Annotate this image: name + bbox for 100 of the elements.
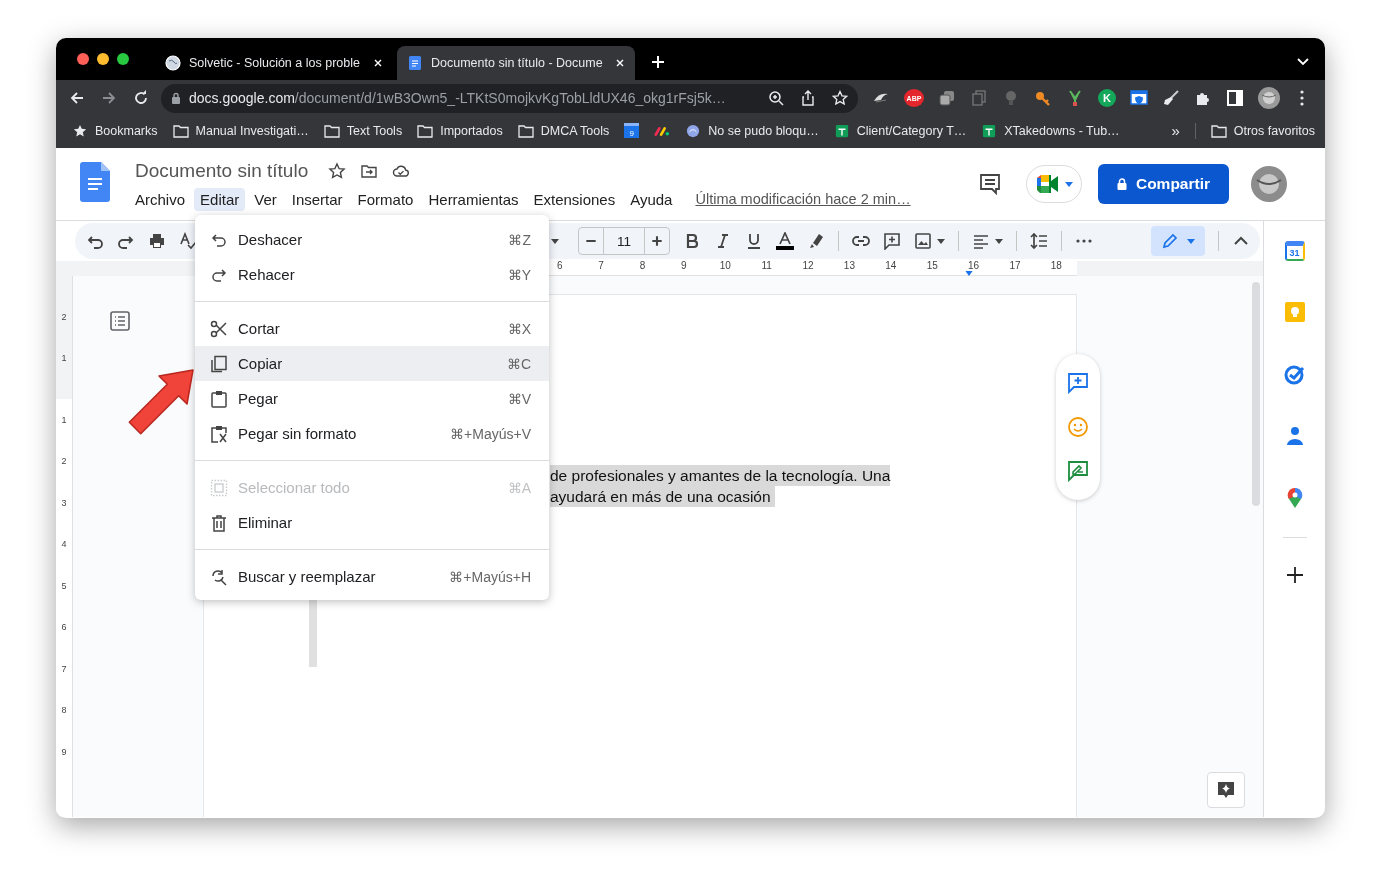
image-icon[interactable] xyxy=(914,232,932,250)
menu-item[interactable]: Copiar ⌘C xyxy=(195,346,549,381)
share-button[interactable]: Compartir xyxy=(1098,164,1229,204)
forward-icon[interactable] xyxy=(101,90,117,106)
bookmark[interactable]: XTakedowns - Tub… xyxy=(981,123,1120,138)
add-comment-icon[interactable] xyxy=(883,232,901,250)
bookmark[interactable]: Manual Investigati… xyxy=(172,123,309,138)
folder-icon xyxy=(1210,123,1227,138)
key-icon[interactable] xyxy=(1034,89,1052,107)
add-icon[interactable] xyxy=(1285,566,1304,584)
side-panel-icon[interactable] xyxy=(1226,89,1244,107)
comment-history-icon[interactable] xyxy=(978,172,1002,196)
caret-icon[interactable] xyxy=(995,238,1003,244)
spreadsheet-icon xyxy=(833,123,850,138)
profile-avatar[interactable] xyxy=(1258,87,1280,109)
close-icon[interactable] xyxy=(615,58,625,68)
video-camera-icon xyxy=(1035,174,1061,194)
menu-item[interactable]: Insertar xyxy=(285,187,349,211)
back-icon[interactable] xyxy=(69,90,85,106)
close-icon[interactable] xyxy=(373,58,383,68)
sparkle-icon xyxy=(1216,780,1236,800)
pencil-icon xyxy=(1161,232,1179,250)
globe-icon xyxy=(165,55,181,71)
docs-logo[interactable] xyxy=(80,162,110,202)
url-text: docs.google.com/document/d/1wB3Own5_-LTKtS0mojkvKgTobLldUX46_okg1rFsj5k… xyxy=(189,90,727,106)
document-text: ayudará en más de una ocasión xyxy=(550,486,775,507)
star-icon xyxy=(72,123,88,138)
bookmark[interactable]: No se pudo bloqu… xyxy=(685,123,819,138)
assistant-button[interactable] xyxy=(1207,772,1245,808)
folder-icon xyxy=(323,123,340,138)
zoom-icon[interactable] xyxy=(768,90,784,106)
text-color-icon[interactable] xyxy=(776,232,794,250)
add-comment-icon[interactable] xyxy=(1067,372,1089,394)
close-window-button[interactable] xyxy=(77,53,89,65)
menu-item[interactable]: Extensiones xyxy=(527,187,622,211)
align-left-icon[interactable] xyxy=(972,232,990,250)
spreadsheet-icon xyxy=(981,123,998,138)
menu-item[interactable]: Buscar y reemplazar ⌘+Mayús+H xyxy=(195,559,549,594)
menu-icon[interactable] xyxy=(1300,90,1304,106)
copy-pages-icon[interactable] xyxy=(970,89,988,107)
shield-window-icon[interactable] xyxy=(1130,89,1148,107)
stacked-squares-icon[interactable] xyxy=(938,89,956,107)
bookmark-folder[interactable]: Otros favoritos xyxy=(1210,123,1315,138)
last-edit-link[interactable]: Última modificación hace 2 min… xyxy=(695,191,911,207)
menu-item[interactable]: Pegar sin formato ⌘+Mayús+V xyxy=(195,416,549,451)
browser-tab[interactable]: Documento sin título - Docume xyxy=(397,46,635,80)
menu-item[interactable]: Ver xyxy=(248,187,283,211)
editing-mode-button[interactable] xyxy=(1151,226,1205,256)
highlighter-icon[interactable] xyxy=(807,232,825,250)
menu-item[interactable]: Editar xyxy=(194,187,246,211)
menu-item[interactable]: Ayuda xyxy=(624,187,679,211)
caret-icon[interactable] xyxy=(937,238,945,244)
more-bookmarks-button[interactable]: » xyxy=(1171,122,1180,139)
clipboard-clear-icon xyxy=(210,424,228,443)
lock-icon xyxy=(171,92,181,104)
bookmark[interactable]: Text Tools xyxy=(323,123,403,138)
address-bar[interactable]: docs.google.com/document/d/1wB3Own5_-LTKtS0mojkvKgTobLldUX46_okg1rFsj5k… xyxy=(161,83,858,113)
calendar-bookmark[interactable]: 9 xyxy=(624,123,640,138)
underline-icon[interactable] xyxy=(745,232,763,250)
vertical-ruler: 2 1 1 2 3 4 5 6 7 8 9 xyxy=(56,276,73,817)
bookmark-star-icon[interactable] xyxy=(832,90,848,106)
spellcheck-icon[interactable] xyxy=(179,232,197,250)
browser-tab[interactable]: Solvetic - Solución a los proble xyxy=(155,46,393,80)
suggest-edit-icon[interactable] xyxy=(1067,460,1089,482)
bookmark[interactable]: Bookmarks xyxy=(72,123,158,138)
star-icon[interactable] xyxy=(328,161,347,180)
menu-item[interactable]: Formato xyxy=(351,187,420,211)
broom-icon[interactable] xyxy=(1162,89,1180,107)
bookmark[interactable]: DMCA Tools xyxy=(517,123,610,138)
document-title[interactable]: Documento sin título xyxy=(135,159,309,182)
print-icon[interactable] xyxy=(148,232,166,250)
bookmark[interactable]: Importados xyxy=(417,123,503,138)
share-icon[interactable] xyxy=(800,90,816,106)
maximize-window-button[interactable] xyxy=(117,53,129,65)
bookmark[interactable]: Client/Category T… xyxy=(833,123,967,138)
menu-item[interactable]: Herramientas xyxy=(422,187,525,211)
menu-item[interactable]: Cortar ⌘X xyxy=(195,311,549,346)
new-tab-icon[interactable] xyxy=(651,55,665,69)
menu-item[interactable]: Eliminar xyxy=(195,505,549,540)
chevron-down-icon[interactable] xyxy=(1297,58,1309,66)
menu-item[interactable]: Pegar ⌘V xyxy=(195,381,549,416)
account-avatar[interactable] xyxy=(1251,166,1287,202)
tasks-icon[interactable] xyxy=(1283,363,1306,385)
caret-icon xyxy=(1065,181,1073,187)
scrollbar[interactable] xyxy=(1252,282,1260,506)
plant-icon[interactable] xyxy=(1066,89,1084,107)
minimize-window-button[interactable] xyxy=(97,53,109,65)
document-text: de profesionales y amantes de la tecnología. Una xyxy=(550,465,891,486)
outline-icon[interactable] xyxy=(110,311,130,331)
folder-icon xyxy=(172,123,189,138)
reload-icon[interactable] xyxy=(133,90,149,106)
menu-item[interactable]: Deshacer ⌘Z xyxy=(195,222,549,257)
line-spacing-icon[interactable] xyxy=(1030,232,1048,250)
select-all-icon xyxy=(210,478,228,497)
folder-icon xyxy=(417,123,434,138)
copy-icon xyxy=(210,354,228,373)
calendar-icon[interactable]: 31 xyxy=(1284,241,1305,261)
menu-item[interactable]: Archivo xyxy=(129,187,192,211)
caret-icon[interactable] xyxy=(551,238,559,244)
lock-icon xyxy=(1116,178,1127,190)
